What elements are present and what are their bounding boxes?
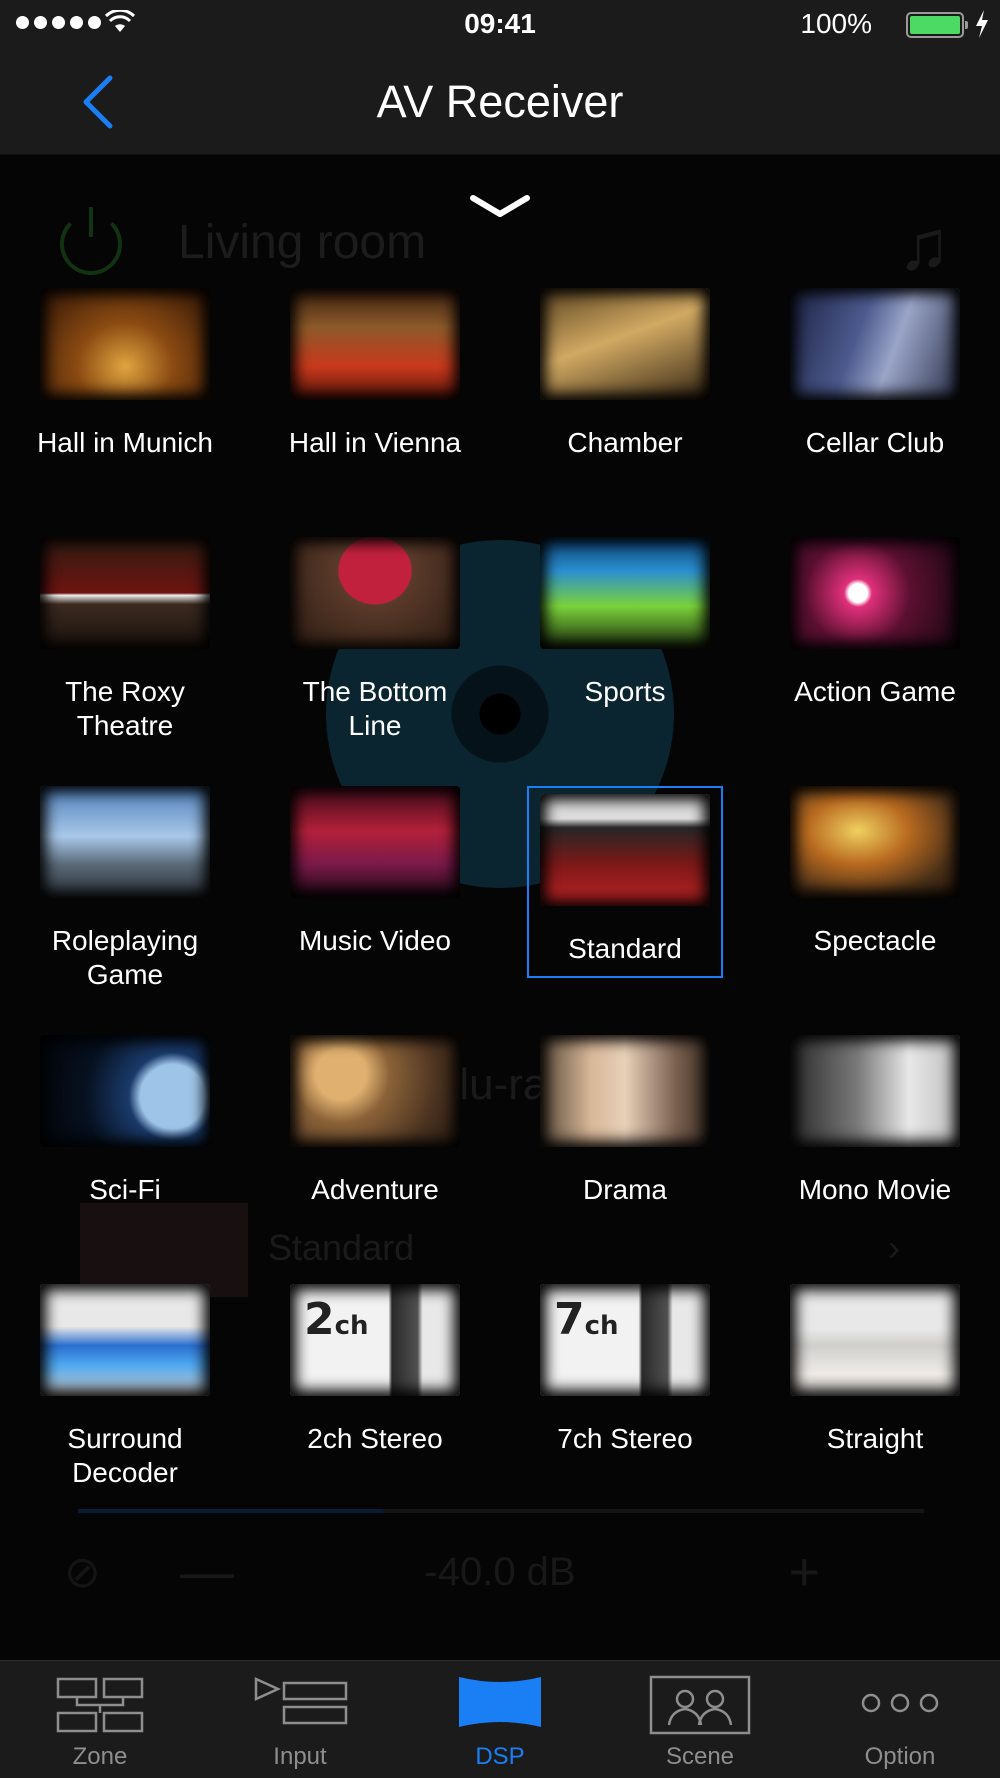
page-title: AV Receiver	[376, 76, 624, 127]
dsp-program-adventure[interactable]: Adventure	[277, 1027, 473, 1207]
dsp-program-7ch-stereo[interactable]: 7ch 7ch Stereo	[527, 1276, 723, 1456]
program-label: Standard	[568, 933, 682, 964]
program-thumbnail	[540, 537, 710, 649]
dsp-program-drama[interactable]: Drama	[527, 1027, 723, 1207]
program-label: Sports	[584, 676, 666, 707]
program-label: Surround Decoder	[67, 1423, 183, 1488]
program-label: Chamber	[567, 427, 683, 458]
dsp-program-sci-fi[interactable]: Sci-Fi	[27, 1027, 223, 1207]
battery-icon	[906, 12, 968, 38]
more-options-icon	[861, 1693, 939, 1713]
program-label: Cellar Club	[805, 427, 945, 458]
tab-option[interactable]: Option	[800, 1661, 1000, 1778]
program-label: 7ch Stereo	[557, 1423, 693, 1454]
charging-icon	[976, 10, 988, 38]
dsp-program-2ch-stereo[interactable]: 2ch 2ch Stereo	[277, 1276, 473, 1456]
dsp-program-roleplaying-game[interactable]: Roleplaying Game	[27, 778, 223, 992]
program-thumbnail	[290, 537, 460, 649]
program-label: Action Game	[794, 676, 956, 707]
dsp-program-spectacle[interactable]: Spectacle	[777, 778, 973, 958]
program-label: Sci-Fi	[89, 1174, 161, 1205]
program-label: Hall in Vienna	[288, 427, 462, 458]
program-thumbnail	[40, 288, 210, 400]
chevron-right-icon: ›	[888, 1227, 900, 1268]
tab-bar: Zone Input DSP Scene Option	[0, 1660, 1000, 1778]
program-thumbnail	[40, 786, 210, 898]
program-label: Music Video	[298, 925, 451, 956]
dsp-program-hall-in-munich[interactable]: Hall in Munich	[27, 280, 223, 460]
tab-label: Option	[864, 1743, 936, 1770]
power-icon	[60, 207, 122, 275]
dsp-program-surround-decoder[interactable]: Surround Decoder	[27, 1276, 223, 1490]
program-label: Roleplaying Game	[51, 925, 199, 990]
dsp-program-music-video[interactable]: Music Video	[277, 778, 473, 958]
music-cast-icon: ♫	[897, 206, 951, 284]
program-thumbnail	[40, 1035, 210, 1147]
tab-input[interactable]: Input	[200, 1661, 400, 1778]
program-thumbnail	[790, 1035, 960, 1147]
scene-icon	[649, 1675, 751, 1735]
volume-up-button: +	[788, 1542, 820, 1602]
tab-label: Scene	[665, 1743, 735, 1770]
program-thumbnail	[790, 786, 960, 898]
program-thumbnail: 2ch	[290, 1284, 460, 1396]
dsp-program-hall-in-vienna[interactable]: Hall in Vienna	[277, 280, 473, 460]
program-thumbnail	[540, 288, 710, 400]
channel-count-text: 2ch	[304, 1294, 369, 1345]
program-label: Hall in Munich	[37, 427, 213, 458]
tab-label: Zone	[72, 1743, 128, 1770]
dsp-program-mono-movie[interactable]: Mono Movie	[777, 1027, 973, 1207]
status-bar: 09:41 100%	[0, 0, 1000, 50]
tab-scene[interactable]: Scene	[600, 1661, 800, 1778]
dsp-program-the-bottom-line[interactable]: The Bottom Line	[277, 529, 473, 743]
dsp-program-action-game[interactable]: Action Game	[777, 529, 973, 709]
dsp-program-cellar-club[interactable]: Cellar Club	[777, 280, 973, 460]
input-icon	[254, 1677, 348, 1725]
tab-zone[interactable]: Zone	[0, 1661, 200, 1778]
room-name: Living room	[178, 216, 427, 269]
dsp-program-chamber[interactable]: Chamber	[527, 280, 723, 460]
tab-dsp[interactable]: DSP	[400, 1661, 600, 1778]
program-thumbnail	[540, 1035, 710, 1147]
program-thumbnail	[290, 786, 460, 898]
volume-slider	[78, 1509, 924, 1513]
dsp-program-the-roxy-theatre[interactable]: The Roxy Theatre	[27, 529, 223, 743]
program-label: Drama	[582, 1174, 667, 1205]
zone-icon	[56, 1677, 144, 1733]
program-thumbnail	[290, 288, 460, 400]
program-label: Straight	[826, 1423, 924, 1454]
channel-count-text: 7ch	[554, 1294, 619, 1345]
volume-readout: -40.0 dB	[424, 1550, 576, 1594]
tab-label: Input	[273, 1743, 327, 1770]
program-thumbnail	[40, 1284, 210, 1396]
dsp-program-sports[interactable]: Sports	[527, 529, 723, 709]
program-label: Adventure	[311, 1174, 439, 1205]
navigation-bar: AV Receiver	[0, 50, 1000, 155]
dsp-icon	[459, 1677, 541, 1727]
program-label: Spectacle	[813, 925, 937, 956]
program-thumbnail	[790, 1284, 960, 1396]
program-label: The Roxy Theatre	[65, 676, 185, 741]
sound-program-name: Standard	[268, 1227, 415, 1268]
program-thumbnail	[790, 537, 960, 649]
program-label: Mono Movie	[798, 1174, 952, 1205]
program-thumbnail	[790, 288, 960, 400]
program-label: The Bottom Line	[302, 676, 448, 741]
collapse-chevron-icon[interactable]	[465, 190, 535, 226]
program-thumbnail: 7ch	[540, 1284, 710, 1396]
tab-label: DSP	[475, 1743, 525, 1770]
dsp-program-straight[interactable]: Straight	[777, 1276, 973, 1456]
battery-percentage: 100%	[800, 8, 872, 39]
program-thumbnail	[540, 794, 710, 906]
program-thumbnail	[40, 537, 210, 649]
program-label: 2ch Stereo	[307, 1423, 443, 1454]
program-thumbnail	[290, 1035, 460, 1147]
dsp-program-standard[interactable]: Standard	[527, 786, 723, 978]
